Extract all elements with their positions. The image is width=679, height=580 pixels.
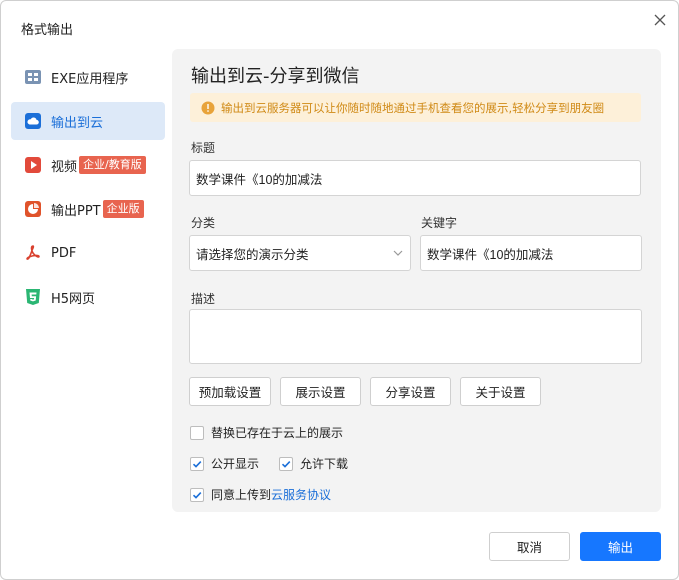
service-agreement-link[interactable]: 云服务协议	[271, 486, 331, 503]
sidebar-item-ppt[interactable]: 输出PPT 企业版	[11, 190, 165, 228]
edition-badge: 企业版	[102, 200, 144, 218]
export-button[interactable]: 输出	[580, 532, 661, 561]
description-label: 描述	[191, 292, 216, 306]
cloud-output-panel: 输出到云-分享到微信 输出到云服务器可以让你随时随地通过手机查看您的展示,轻松分…	[172, 49, 661, 512]
sidebar-item-label: 输出到云	[51, 115, 104, 131]
cancel-button[interactable]: 取消	[489, 532, 570, 561]
video-icon	[24, 156, 42, 174]
replace-checkbox[interactable]	[190, 425, 204, 440]
category-value: 请选择您的演示分类	[196, 246, 309, 262]
notice-text: 输出到云服务器可以让你随时随地通过手机查看您的展示,轻松分享到朋友圈	[221, 100, 605, 115]
replace-label: 替换已存在于云上的展示	[211, 426, 344, 440]
sidebar-item-h5[interactable]: H5网页	[11, 278, 165, 316]
title-input[interactable]	[189, 160, 641, 196]
keyword-input[interactable]	[420, 235, 642, 271]
sidebar-item-label: H5网页	[51, 291, 96, 307]
download-option: 允许下载	[279, 455, 348, 472]
preload-settings-button[interactable]: 预加载设置	[189, 377, 271, 406]
chevron-down-icon	[393, 250, 403, 256]
sidebar-item-label: PDF	[51, 245, 77, 261]
close-icon[interactable]	[651, 11, 669, 29]
format-output-dialog: 格式输出 EXE应用程序 输出到云 视频 企业/教育版 输出PPT 企业版 PD…	[0, 0, 679, 580]
about-settings-button[interactable]: 关于设置	[460, 377, 541, 406]
replace-option: 替换已存在于云上的展示	[190, 424, 343, 441]
category-label: 分类	[191, 216, 216, 230]
edition-badge: 企业/教育版	[79, 156, 146, 174]
sidebar-item-label: 输出PPT	[51, 203, 101, 219]
cloud-icon	[24, 112, 42, 130]
agree-label: 同意上传到	[211, 488, 272, 502]
public-label: 公开显示	[211, 457, 260, 471]
panel-heading: 输出到云-分享到微信	[191, 66, 360, 87]
sidebar-item-video[interactable]: 视频 企业/教育版	[11, 146, 165, 184]
download-checkbox[interactable]	[279, 456, 293, 471]
sidebar-item-label: 视频	[51, 159, 78, 175]
sidebar: EXE应用程序 输出到云 视频 企业/教育版 输出PPT 企业版 PDF H5网…	[11, 58, 165, 322]
sidebar-item-exe[interactable]: EXE应用程序	[11, 58, 165, 96]
display-settings-button[interactable]: 展示设置	[280, 377, 361, 406]
pdf-icon	[24, 244, 42, 262]
exe-icon	[24, 68, 42, 86]
checkmark-icon	[192, 460, 202, 468]
download-label: 允许下载	[300, 457, 349, 471]
category-select[interactable]: 请选择您的演示分类	[189, 235, 411, 271]
html5-icon	[24, 288, 42, 306]
description-textarea[interactable]	[189, 309, 642, 364]
sidebar-item-label: EXE应用程序	[51, 71, 129, 87]
notice-banner: 输出到云服务器可以让你随时随地通过手机查看您的展示,轻松分享到朋友圈	[190, 93, 641, 122]
sidebar-item-pdf[interactable]: PDF	[11, 234, 165, 272]
dialog-title: 格式输出	[21, 23, 74, 38]
title-label: 标题	[191, 141, 216, 155]
ppt-icon	[24, 200, 42, 218]
checkmark-icon	[281, 460, 291, 468]
public-checkbox[interactable]	[190, 456, 204, 471]
sidebar-item-cloud[interactable]: 输出到云	[11, 102, 165, 140]
checkmark-icon	[192, 491, 202, 499]
info-icon	[201, 101, 215, 114]
agree-checkbox[interactable]	[190, 487, 204, 502]
public-option: 公开显示	[190, 455, 259, 472]
share-settings-button[interactable]: 分享设置	[370, 377, 451, 406]
agree-option: 同意上传到 云服务协议	[190, 486, 331, 503]
keyword-label: 关键字	[421, 216, 458, 230]
